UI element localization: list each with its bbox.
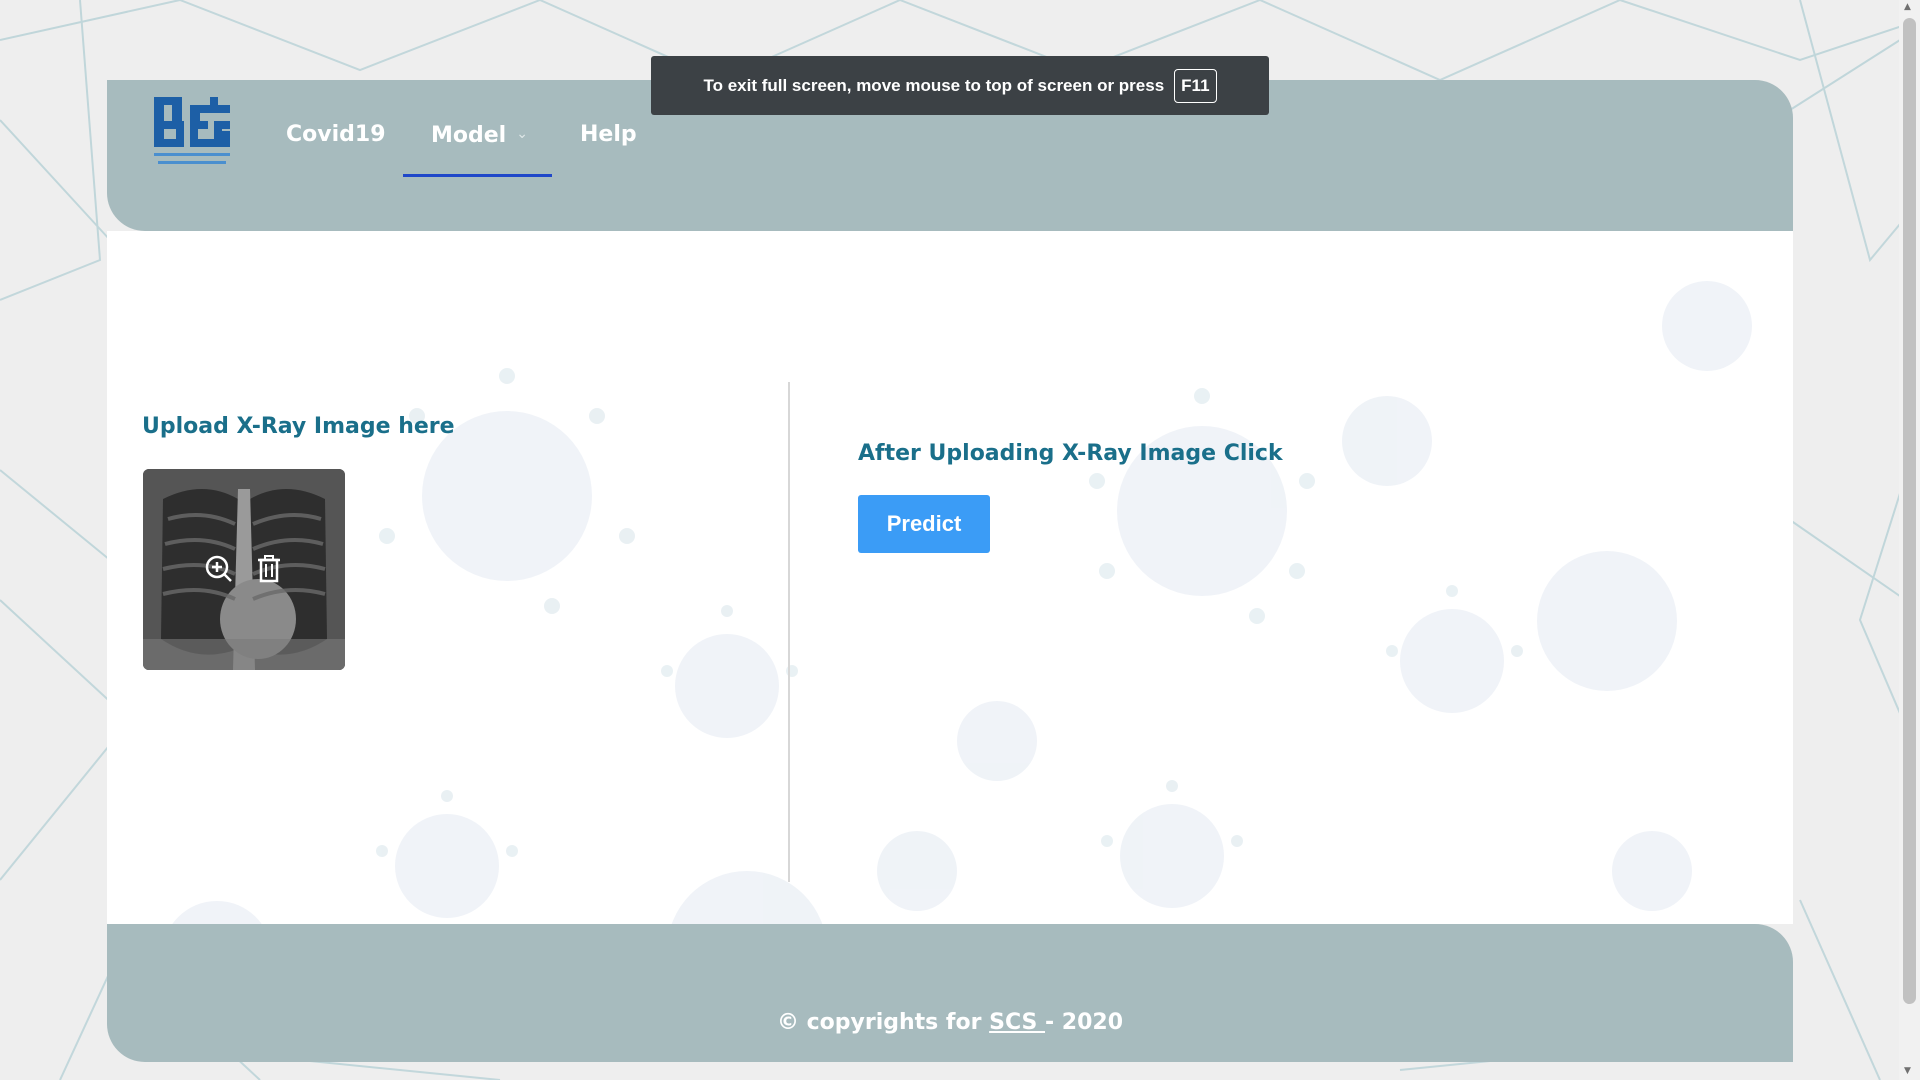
predict-title: After Uploading X-Ray Image Click [858, 441, 1283, 466]
nav-model[interactable]: Model ⌄ [431, 123, 528, 148]
scroll-up-icon[interactable]: ▲ [1904, 2, 1911, 12]
predict-button[interactable]: Predict [858, 495, 990, 553]
nav-covid19[interactable]: Covid19 [286, 122, 386, 147]
active-tab-indicator [403, 174, 552, 177]
scrollbar-thumb[interactable] [1903, 18, 1916, 1004]
preview-actions [204, 554, 288, 586]
fullscreen-notice: To exit full screen, move mouse to top o… [651, 56, 1269, 115]
trash-icon[interactable] [254, 554, 284, 584]
scroll-down-icon[interactable]: ▼ [1904, 1066, 1911, 1076]
section-divider [788, 382, 790, 882]
copyright-text: © copyrights for SCS - 2020 [107, 1010, 1793, 1035]
copyright-suffix: - 2020 [1045, 1010, 1124, 1035]
chevron-down-icon: ⌄ [516, 126, 528, 142]
footer: © copyrights for SCS - 2020 [107, 924, 1793, 1062]
copyright-prefix: © copyrights for [776, 1010, 990, 1035]
virus-background-decoration [172, 281, 1752, 924]
xray-preview[interactable] [143, 469, 345, 670]
fullscreen-message: To exit full screen, move mouse to top o… [703, 75, 1165, 95]
scs-logo-icon[interactable] [152, 95, 232, 175]
upload-title: Upload X-Ray Image here [142, 414, 455, 439]
f11-key-badge: F11 [1174, 68, 1217, 103]
scs-link[interactable]: SCS [989, 1010, 1045, 1035]
vertical-scrollbar[interactable]: ▲ ▼ [1899, 0, 1920, 1080]
nav-model-label: Model [431, 123, 507, 148]
main-content: Upload X-Ray Image here After Uploading … [107, 231, 1793, 924]
zoom-in-icon[interactable] [204, 554, 234, 584]
nav-help[interactable]: Help [580, 122, 637, 147]
page-frame: Upload X-Ray Image here After Uploading … [107, 80, 1793, 1062]
